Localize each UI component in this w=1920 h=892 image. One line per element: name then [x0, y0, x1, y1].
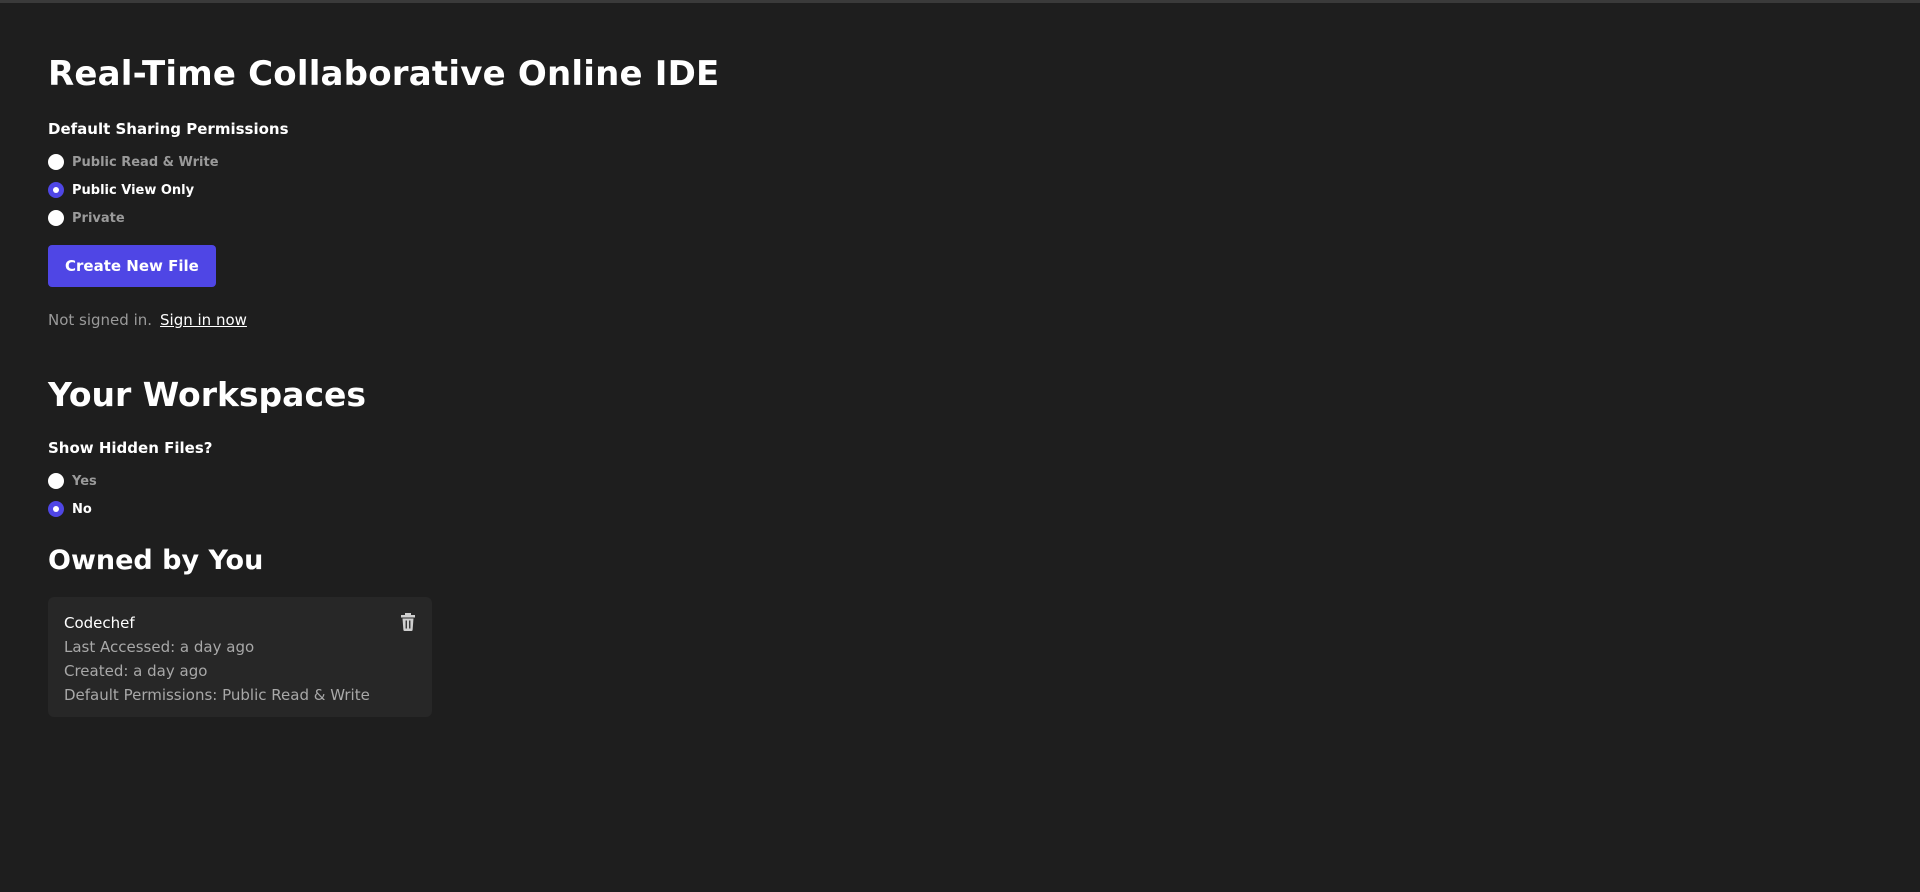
sharing-permissions-group: Public Read & Write Public View Only Pri… [48, 148, 948, 232]
file-name: Codechef [64, 614, 135, 632]
not-signed-in-text: Not signed in. [48, 311, 153, 329]
main-content: Real-Time Collaborative Online IDE Defau… [48, 52, 948, 717]
window-top-border [0, 0, 1920, 3]
radio-hidden-yes[interactable]: Yes [48, 467, 948, 495]
file-last-accessed: Last Accessed: a day ago [64, 638, 255, 656]
sharing-permissions-label: Default Sharing Permissions [48, 120, 289, 138]
radio-label: Public Read & Write [72, 154, 219, 170]
radio-label: Public View Only [72, 182, 195, 198]
file-created: Created: a day ago [64, 662, 208, 680]
workspaces-title: Your Workspaces [48, 375, 367, 414]
file-card[interactable]: Codechef Last Accessed: a day ago Create… [48, 597, 432, 717]
radio-circle-checked[interactable] [48, 501, 64, 517]
radio-circle[interactable] [48, 473, 64, 489]
show-hidden-files-group: Yes No [48, 467, 948, 523]
auth-status: Not signed in. Sign in now [48, 311, 948, 329]
radio-label: Private [72, 210, 125, 226]
file-default-permissions: Default Permissions: Public Read & Write [64, 686, 370, 704]
radio-private[interactable]: Private [48, 204, 948, 232]
page-title: Real-Time Collaborative Online IDE [48, 54, 720, 94]
radio-circle[interactable] [48, 154, 64, 170]
radio-public-view-only[interactable]: Public View Only [48, 176, 948, 204]
show-hidden-files-label: Show Hidden Files? [48, 439, 213, 457]
radio-label: Yes [72, 473, 97, 489]
radio-circle[interactable] [48, 210, 64, 226]
radio-public-read-write[interactable]: Public Read & Write [48, 148, 948, 176]
trash-icon[interactable] [400, 613, 416, 631]
radio-circle-checked[interactable] [48, 182, 64, 198]
radio-hidden-no[interactable]: No [48, 495, 948, 523]
owned-by-you-title: Owned by You [48, 545, 264, 576]
create-new-file-button[interactable]: Create New File [48, 245, 216, 287]
radio-label: No [72, 501, 92, 517]
sign-in-link[interactable]: Sign in now [160, 311, 247, 329]
